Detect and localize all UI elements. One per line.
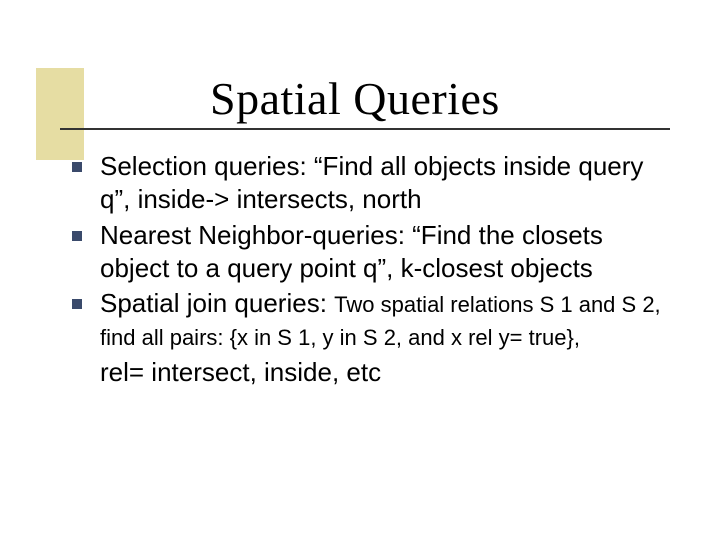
slide: Spatial Queries Selection queries: “Find…: [0, 0, 720, 540]
title-underline: [60, 128, 670, 130]
bullet-text: Nearest Neighbor-queries: “Find the clos…: [100, 220, 603, 283]
accent-box: [36, 68, 84, 160]
bullet-list: Selection queries: “Find all objects ins…: [72, 150, 672, 354]
bullet-continuation: rel= intersect, inside, etc: [72, 356, 672, 389]
slide-content: Selection queries: “Find all objects ins…: [72, 150, 672, 389]
bullet-item: Selection queries: “Find all objects ins…: [72, 150, 672, 217]
bullet-text: Selection queries: “Find all objects ins…: [100, 151, 643, 214]
bullet-item: Spatial join queries: Two spatial relati…: [72, 287, 672, 354]
slide-title: Spatial Queries: [210, 72, 500, 125]
bullet-lead: Spatial join queries:: [100, 288, 334, 318]
bullet-item: Nearest Neighbor-queries: “Find the clos…: [72, 219, 672, 286]
